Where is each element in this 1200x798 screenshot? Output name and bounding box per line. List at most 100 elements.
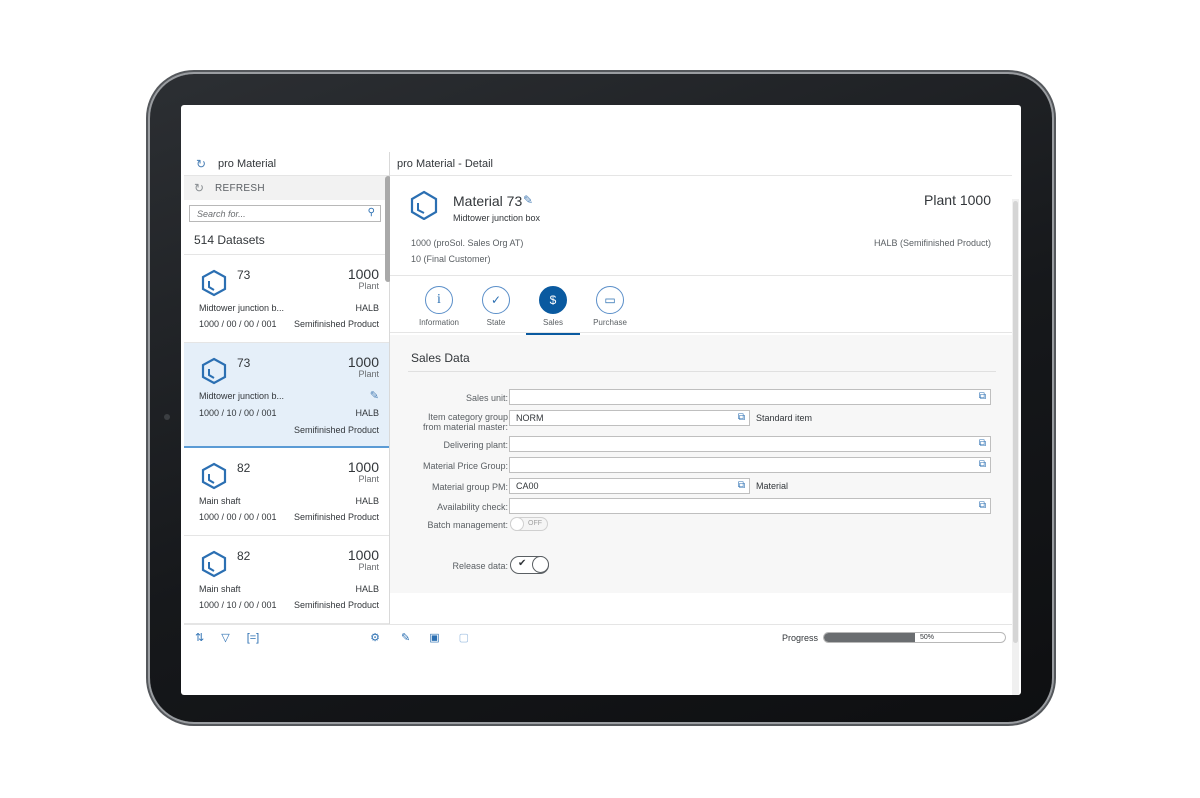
sort-icon[interactable]: ⇅	[195, 631, 204, 644]
list-item[interactable]: 82 1000 Plant Main shaft HALB 1000 / 10 …	[184, 536, 389, 624]
value-help-icon[interactable]: ⧉	[979, 438, 986, 450]
value-help-icon[interactable]: ⧉	[738, 412, 745, 424]
tab-information[interactable]: i Information	[412, 286, 466, 327]
value-help-icon[interactable]: ⧉	[979, 391, 986, 403]
material-number: 73	[237, 356, 251, 370]
material-group-field[interactable]: CA00 ⧉	[509, 478, 750, 494]
search-icon[interactable]: ⚲	[368, 207, 375, 218]
progress-text: 50%	[920, 634, 935, 641]
master-title: pro Material	[218, 157, 277, 170]
item-category-field[interactable]: NORM ⧉	[509, 410, 750, 426]
material-list: 73 1000 Plant Midtower junction b... HAL…	[184, 255, 389, 624]
material-description: Midtower junction b...	[199, 303, 285, 313]
object-plant: Plant 1000	[924, 192, 991, 208]
camera-dot	[164, 414, 170, 420]
material-code: 1000 / 00 / 00 / 001	[199, 319, 277, 329]
master-footer: ⇅ ▽ [=] ⚙	[184, 624, 390, 650]
value-help-icon[interactable]: ⧉	[979, 500, 986, 512]
filter-icon[interactable]: ▽	[221, 631, 229, 644]
material-code: 1000 / 10 / 00 / 001	[199, 408, 277, 418]
scrollbar-thumb[interactable]	[1013, 201, 1018, 643]
detail-scrollbar[interactable]	[1012, 199, 1019, 695]
dataset-count: 514 Datasets	[184, 222, 389, 255]
tab-sales[interactable]: $ Sales	[526, 286, 580, 335]
detail-footer: ✎ ▣ ▢ Progress 50%	[390, 624, 1012, 650]
material-cube-icon	[201, 269, 227, 297]
delivering-plant-field[interactable]: ⧉	[509, 436, 991, 452]
list-item[interactable]: 82 1000 Plant Main shaft HALB 1000 / 00 …	[184, 448, 389, 536]
item-category-label-1: Item category group	[427, 412, 508, 422]
release-label: Release data:	[452, 561, 508, 571]
tab-label: Sales	[542, 318, 563, 327]
settings-icon[interactable]: ⚙	[370, 631, 380, 644]
app-screen: ↻ pro Material ↻ REFRESH ⚲ 514 Datasets …	[181, 105, 1021, 695]
refresh-label: REFRESH	[215, 182, 265, 194]
section-divider	[408, 371, 996, 372]
material-type-description: Semifinished Product	[293, 512, 379, 522]
material-cube-icon	[410, 190, 438, 220]
progress-fill	[824, 633, 915, 642]
field-value: CA00	[516, 481, 539, 491]
material-type-description: Semifinished Product	[293, 425, 379, 435]
refresh-button[interactable]: ↻ REFRESH	[184, 176, 389, 200]
material-group-label: Material group PM:	[431, 482, 508, 492]
material-description: Midtower junction b...	[199, 391, 285, 401]
group-icon[interactable]: [=]	[247, 632, 260, 644]
search-input[interactable]	[190, 206, 350, 221]
material-type-description: Semifinished Product	[293, 319, 379, 329]
plant-label: Plant	[358, 281, 379, 291]
master-pane: ↻ pro Material ↻ REFRESH ⚲ 514 Datasets …	[184, 152, 391, 650]
check-circle-icon: ✓	[482, 286, 510, 314]
edited-icon: ✎	[369, 390, 379, 402]
item-category-label-2: from material master:	[422, 422, 508, 432]
value-help-icon[interactable]: ⧉	[979, 459, 986, 471]
plant-number: 1000	[347, 459, 379, 475]
sync-icon[interactable]: ↻	[196, 157, 210, 171]
list-item-selected[interactable]: 73 1000 Plant Midtower junction b... ✎ H…	[184, 343, 389, 448]
material-number: 73	[237, 268, 251, 282]
field-value: NORM	[516, 413, 544, 423]
value-help-icon[interactable]: ⧉	[738, 480, 745, 492]
batch-switch[interactable]: OFF	[510, 517, 548, 531]
material-type: HALB	[355, 496, 379, 506]
tab-state[interactable]: ✓ State	[469, 286, 523, 327]
material-description: Main shaft	[199, 584, 241, 594]
price-group-field[interactable]: ⧉	[509, 457, 991, 473]
tab-label: Information	[418, 318, 460, 327]
comment-icon[interactable]: ▢	[459, 631, 469, 644]
material-type-description: Semifinished Product	[293, 600, 379, 610]
item-category-description: Standard item	[756, 413, 813, 423]
list-item[interactable]: 73 1000 Plant Midtower junction b... HAL…	[184, 255, 389, 343]
tab-purchase[interactable]: ▭ Purchase	[583, 286, 637, 327]
plant-number: 1000	[347, 354, 379, 370]
progress-label: Progress	[782, 633, 819, 643]
plant-number: 1000	[347, 266, 379, 282]
material-type-attribute: HALB (Semifinished Product)	[873, 238, 991, 248]
plant-number: 1000	[347, 547, 379, 563]
sales-unit-field[interactable]: ⧉	[509, 389, 991, 405]
release-switch[interactable]: ✔	[510, 556, 549, 574]
search-field: ⚲	[189, 205, 381, 222]
wallet-icon: ▭	[596, 286, 624, 314]
edit-icon[interactable]: ✎	[401, 631, 410, 644]
material-type: HALB	[355, 408, 379, 418]
availability-field[interactable]: ⧉	[509, 498, 991, 514]
save-icon[interactable]: ▣	[429, 631, 439, 644]
icon-tab-bar: i Information ✓ State $ Sales ▭ Purchase	[390, 276, 1012, 335]
sales-unit-label: Sales unit:	[465, 393, 508, 403]
plant-label: Plant	[358, 369, 379, 379]
material-code: 1000 / 10 / 00 / 001	[199, 600, 277, 610]
master-header: ↻ pro Material	[184, 152, 389, 176]
refresh-icon: ↻	[194, 181, 205, 195]
delivering-plant-label: Delivering plant:	[443, 440, 508, 450]
switch-knob	[532, 556, 549, 573]
progress-indicator: 50%	[823, 632, 1006, 643]
batch-label: Batch management:	[427, 520, 508, 530]
material-group-description: Material	[756, 481, 789, 491]
plant-label: Plant	[358, 562, 379, 572]
object-title: Material 73	[453, 193, 523, 209]
detail-title: pro Material - Detail	[390, 152, 1012, 176]
info-icon: i	[425, 286, 453, 314]
material-code: 1000 / 00 / 00 / 001	[199, 512, 277, 522]
distribution-attribute: 10 (Final Customer)	[411, 254, 491, 264]
